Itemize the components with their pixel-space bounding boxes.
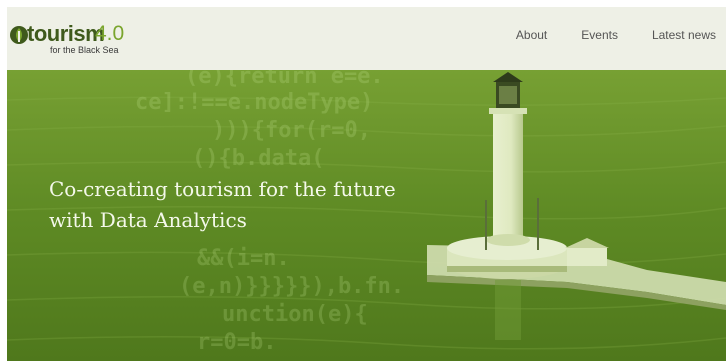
code-fragment: ))){for(r=0, — [212, 118, 371, 143]
code-fragment: &&(i=n. — [197, 246, 290, 271]
code-fragment: (){b.data( — [192, 146, 325, 171]
nav-events-link[interactable]: Events — [581, 27, 618, 43]
logo-tagline: for the Black Sea — [50, 45, 119, 55]
page: tourism 4.0 for the Black Sea About Even… — [0, 0, 726, 361]
nav-about-link[interactable]: About — [516, 27, 547, 43]
code-fragment: unction(e){ — [222, 302, 368, 327]
code-fragment: (e){return e=e. — [185, 70, 384, 89]
site-logo[interactable]: tourism 4.0 for the Black Sea — [7, 21, 147, 61]
code-fragment: ce]:!==e.nodeType) — [135, 90, 374, 115]
hero-banner: (e){return e=e. ce]:!==e.nodeType) ))){f… — [7, 70, 726, 361]
logo-wordmark: tourism — [27, 21, 105, 46]
logo-version: 4.0 — [95, 22, 125, 45]
hero-headline-line1: Co-creating tourism for the future — [49, 177, 396, 201]
code-fragment: r=0=b. — [197, 330, 277, 355]
code-fragment: (e,n)}}}}}),b.fn. — [179, 274, 405, 299]
hero-headline: Co-creating tourism for the future with … — [49, 174, 469, 236]
site-header: tourism 4.0 for the Black Sea About Even… — [7, 7, 726, 70]
main-nav: About Events Latest news — [516, 27, 716, 43]
hero-headline-line2: with Data Analytics — [49, 208, 247, 232]
nav-latest-news-link[interactable]: Latest news — [652, 27, 716, 43]
leaf-logo-icon — [10, 26, 28, 44]
